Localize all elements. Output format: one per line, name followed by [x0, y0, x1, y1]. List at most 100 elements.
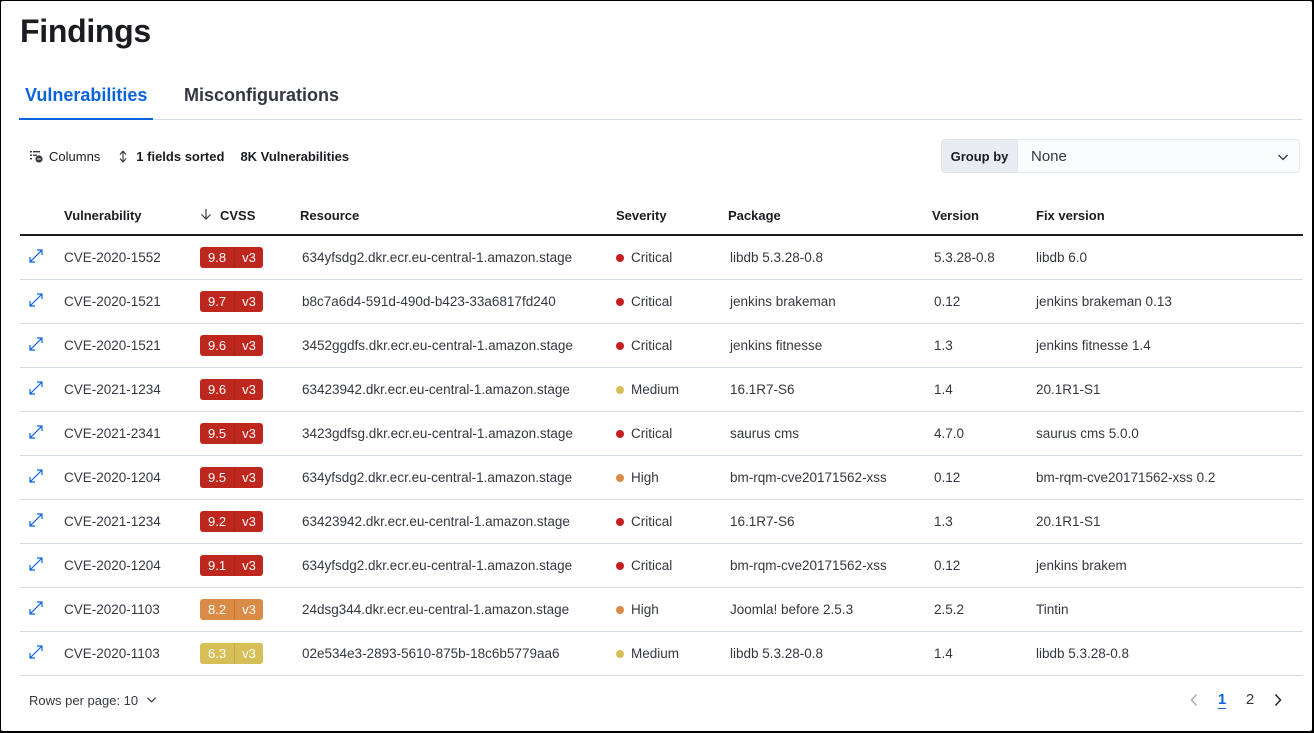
column-header-package[interactable]: Package — [728, 197, 932, 236]
vulnerability-id[interactable]: CVE-2021-1234 — [64, 514, 161, 529]
group-by-select[interactable]: None — [1018, 140, 1299, 172]
resource-cell: 634yfsdg2.dkr.ecr.eu-central-1.amazon.st… — [300, 543, 616, 588]
expand-row-icon[interactable] — [28, 424, 44, 443]
severity-label: Medium — [631, 645, 680, 661]
resource-cell: 02e534e3-2893-5610-875b-18c6b5779aa6 — [300, 631, 616, 676]
package-version: 0.12 — [934, 469, 961, 485]
fix-version: jenkins brakem — [1036, 557, 1127, 573]
package-cell: libdb 5.3.28-0.8 — [728, 235, 932, 280]
sort-fields-button[interactable]: 1 fields sorted — [116, 149, 224, 164]
package-cell: 16.1R7-S6 — [728, 367, 932, 412]
column-header-label: Package — [728, 208, 781, 223]
vulnerability-id[interactable]: CVE-2020-1521 — [64, 294, 161, 309]
page-2-button[interactable]: 2 — [1236, 691, 1264, 708]
columns-label: Columns — [49, 148, 101, 164]
resource-name: 63423942.dkr.ecr.eu-central-1.amazon.sta… — [302, 381, 570, 397]
rows-per-page-button[interactable]: Rows per page: 10 — [29, 693, 157, 708]
column-header-severity[interactable]: Severity — [616, 197, 728, 236]
vulnerability-id[interactable]: CVE-2020-1204 — [64, 558, 161, 573]
vulnerability-id[interactable]: CVE-2021-2341 — [64, 426, 161, 441]
vulnerability-id[interactable]: CVE-2020-1552 — [64, 250, 161, 265]
expand-row-icon[interactable] — [28, 380, 44, 399]
cvss-score: 9.7 — [208, 293, 227, 309]
expand-cell — [20, 367, 64, 412]
severity-dot-icon — [616, 561, 624, 570]
vulnerability-cell: CVE-2021-1234 — [64, 367, 200, 412]
cvss-cell: 6.3 v3 — [200, 631, 300, 676]
package-version: 1.3 — [934, 337, 953, 353]
column-header-version[interactable]: Version — [932, 197, 1036, 236]
chevron-left-icon — [1190, 693, 1198, 706]
resource-cell: b8c7a6d4-591d-490d-b423-33a6817fd240 — [300, 279, 616, 324]
resource-name: 24dsg344.dkr.ecr.eu-central-1.amazon.sta… — [302, 601, 570, 617]
expand-row-icon[interactable] — [28, 248, 44, 267]
resource-cell: 63423942.dkr.ecr.eu-central-1.amazon.sta… — [300, 367, 616, 412]
column-header-resource[interactable]: Resource — [300, 197, 616, 236]
severity-dot-icon — [616, 341, 624, 350]
vulnerability-cell: CVE-2020-1552 — [64, 235, 200, 280]
severity-label: Critical — [631, 557, 673, 573]
vulnerability-id[interactable]: CVE-2020-1521 — [64, 338, 161, 353]
cvss-score-badge: 9.7 v3 — [200, 290, 263, 312]
resource-cell: 634yfsdg2.dkr.ecr.eu-central-1.amazon.st… — [300, 235, 616, 280]
resource-cell: 3423gdfsg.dkr.ecr.eu-central-1.amazon.st… — [300, 411, 616, 456]
version-cell: 0.12 — [932, 279, 1036, 324]
expand-row-icon[interactable] — [28, 600, 44, 619]
fix-version-cell: jenkins fitnesse 1.4 — [1036, 323, 1303, 368]
package-name: Joomla! before 2.5.3 — [730, 601, 854, 617]
cvss-cell: 9.5 v3 — [200, 411, 300, 456]
package-cell: Joomla! before 2.5.3 — [728, 587, 932, 632]
vulnerability-id[interactable]: CVE-2020-1204 — [64, 470, 161, 485]
severity-cell: High — [616, 455, 728, 500]
page-1-button[interactable]: 1 — [1208, 691, 1236, 708]
expand-row-icon[interactable] — [28, 644, 44, 663]
package-cell: saurus cms — [728, 411, 932, 456]
severity-dot-icon — [616, 253, 624, 262]
severity-cell: Critical — [616, 499, 728, 544]
tab-misconfigurations[interactable]: Misconfigurations — [184, 75, 339, 120]
expand-row-icon[interactable] — [28, 556, 44, 575]
vulnerability-id[interactable]: CVE-2020-1103 — [64, 602, 160, 617]
previous-page-button[interactable] — [1180, 693, 1208, 707]
cvss-score-badge: 9.1 v3 — [200, 554, 263, 576]
cvss-cell: 8.2 v3 — [200, 587, 300, 632]
vulnerability-cell: CVE-2020-1103 — [64, 587, 200, 632]
column-header-vulnerability[interactable]: Vulnerability — [64, 197, 200, 236]
cvss-score-badge: 9.6 v3 — [200, 334, 263, 356]
severity-cell: Critical — [616, 411, 728, 456]
package-version: 2.5.2 — [934, 601, 965, 617]
table-row: CVE-2020-1103 6.3 v3 02e534e3-2893-5610-… — [20, 631, 1303, 676]
vulnerability-id[interactable]: CVE-2021-1234 — [64, 382, 161, 397]
resource-cell: 24dsg344.dkr.ecr.eu-central-1.amazon.sta… — [300, 587, 616, 632]
cvss-score-badge: 9.5 v3 — [200, 466, 263, 488]
column-header-label: Version — [932, 208, 979, 223]
result-count: 8K Vulnerabilities — [240, 148, 350, 164]
fix-version: 20.1R1-S1 — [1036, 381, 1101, 397]
cvss-score: 9.8 — [208, 249, 227, 265]
tab-vulnerabilities[interactable]: Vulnerabilities — [19, 75, 154, 120]
column-header-fix-version[interactable]: Fix version — [1036, 197, 1303, 236]
next-page-button[interactable] — [1264, 693, 1292, 707]
version-cell: 1.4 — [932, 631, 1036, 676]
version-cell: 1.4 — [932, 367, 1036, 412]
expand-row-icon[interactable] — [28, 292, 44, 311]
cvss-cell: 9.2 v3 — [200, 499, 300, 544]
resource-name: 634yfsdg2.dkr.ecr.eu-central-1.amazon.st… — [302, 469, 573, 485]
expand-row-icon[interactable] — [28, 468, 44, 487]
version-cell: 4.7.0 — [932, 411, 1036, 456]
severity-cell: Medium — [616, 367, 728, 412]
cvss-cell: 9.8 v3 — [200, 235, 300, 280]
package-name: saurus cms — [730, 425, 800, 441]
cvss-cell: 9.6 v3 — [200, 323, 300, 368]
vulnerability-id[interactable]: CVE-2020-1103 — [64, 646, 160, 661]
severity-dot-icon — [616, 429, 624, 438]
expand-row-icon[interactable] — [28, 336, 44, 355]
fix-version-cell: libdb 5.3.28-0.8 — [1036, 631, 1303, 676]
column-header-cvss[interactable]: CVSS — [200, 197, 300, 236]
fix-version: 20.1R1-S1 — [1036, 513, 1101, 529]
expand-row-icon[interactable] — [28, 512, 44, 531]
package-cell: bm-rqm-cve20171562-xss — [728, 455, 932, 500]
cvss-version: v3 — [234, 598, 263, 620]
columns-button[interactable]: Columns — [29, 149, 100, 164]
resource-name: 63423942.dkr.ecr.eu-central-1.amazon.sta… — [302, 513, 570, 529]
